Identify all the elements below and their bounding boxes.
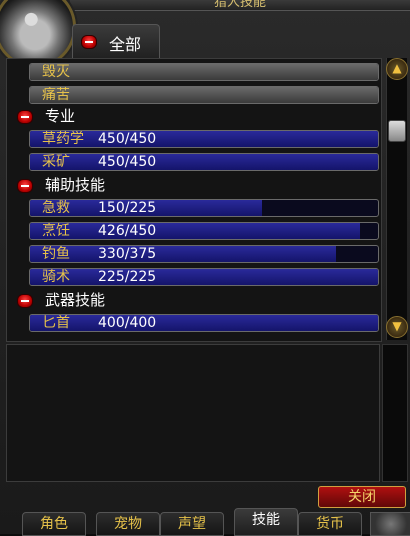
category-label: 全部 (109, 35, 142, 54)
scroll-up-arrow-icon: ▲ (392, 61, 402, 75)
skill-name: 痛苦 (42, 87, 70, 103)
skill-progress-fill (30, 64, 378, 80)
category-header-label: 辅助技能 (45, 176, 106, 194)
skill-name: 钓鱼 (42, 246, 70, 262)
skill-progress-fill (30, 246, 337, 262)
skill-value: 450/450 (98, 154, 157, 170)
close-button[interactable]: 关闭 (318, 486, 406, 508)
skill-description-panel (6, 344, 380, 482)
skill-value: 150/225 (98, 200, 157, 216)
skills-window: 猎人技能 全部 毁灭痛苦专业草药学 450/450 采矿 450/450 辅助技能急救 1… (0, 0, 410, 536)
skill-name: 匕首 (42, 315, 70, 331)
scroll-down-button[interactable]: ▼ (386, 316, 408, 338)
skill-name: 采矿 (42, 154, 70, 170)
skill-row[interactable]: 钓鱼 330/375 (29, 245, 379, 263)
bottom-tab[interactable]: 货币 (298, 512, 362, 536)
skill-value: 426/450 (98, 223, 157, 239)
scroll-down-arrow-icon: ▼ (392, 319, 402, 333)
bottom-tab[interactable]: 宠物 (96, 512, 160, 536)
skill-row[interactable]: 毁灭 (29, 63, 379, 81)
collapse-minus-icon[interactable] (17, 110, 33, 124)
skill-progress-fill (30, 223, 360, 239)
category-header-label: 专业 (45, 107, 76, 125)
scroll-up-button[interactable]: ▲ (386, 58, 408, 80)
skill-value: 330/375 (98, 246, 157, 262)
skill-progress-fill (30, 269, 378, 285)
skill-name: 急救 (42, 200, 70, 216)
window-title: 猎人技能 (213, 0, 266, 10)
skill-row[interactable]: 草药学 450/450 (29, 130, 379, 148)
collapse-minus-icon[interactable] (17, 179, 33, 193)
skill-list-scrollbar[interactable] (386, 58, 407, 340)
bottom-tab[interactable]: 技能 (234, 508, 298, 536)
skill-name: 毁灭 (42, 64, 70, 80)
skill-name: 骑术 (42, 269, 70, 285)
skill-row[interactable]: 烹饪 426/450 (29, 222, 379, 240)
skill-progress-fill (30, 87, 378, 103)
skill-row[interactable]: 采矿 450/450 (29, 153, 379, 171)
bottom-tab[interactable]: 角色 (22, 512, 86, 536)
skill-list-panel: 毁灭痛苦专业草药学 450/450 采矿 450/450 辅助技能急救 150/225 烹饪… (6, 58, 382, 342)
title-bar: 猎人技能 (70, 0, 410, 11)
skill-row[interactable]: 骑术 225/225 (29, 268, 379, 286)
collapse-minus-icon[interactable] (17, 294, 33, 308)
corner-decoration-icon (370, 512, 410, 536)
scroll-thumb[interactable] (388, 120, 406, 142)
category-filter-tab[interactable]: 全部 (72, 24, 160, 59)
description-scrollbar[interactable] (382, 344, 408, 482)
skill-progress-fill (30, 154, 378, 170)
skill-row[interactable]: 急救 150/225 (29, 199, 379, 217)
skill-name: 草药学 (42, 131, 84, 147)
bottom-tab[interactable]: 声望 (160, 512, 224, 536)
skill-row[interactable]: 痛苦 (29, 86, 379, 104)
skill-value: 400/400 (98, 315, 157, 331)
category-header-label: 武器技能 (45, 291, 106, 309)
skill-row[interactable]: 匕首 400/400 (29, 314, 379, 332)
collapse-minus-icon[interactable] (81, 35, 97, 49)
skill-progress-fill (30, 315, 378, 331)
skill-value: 450/450 (98, 131, 157, 147)
skill-value: 225/225 (98, 269, 157, 285)
skill-name: 烹饪 (42, 223, 70, 239)
